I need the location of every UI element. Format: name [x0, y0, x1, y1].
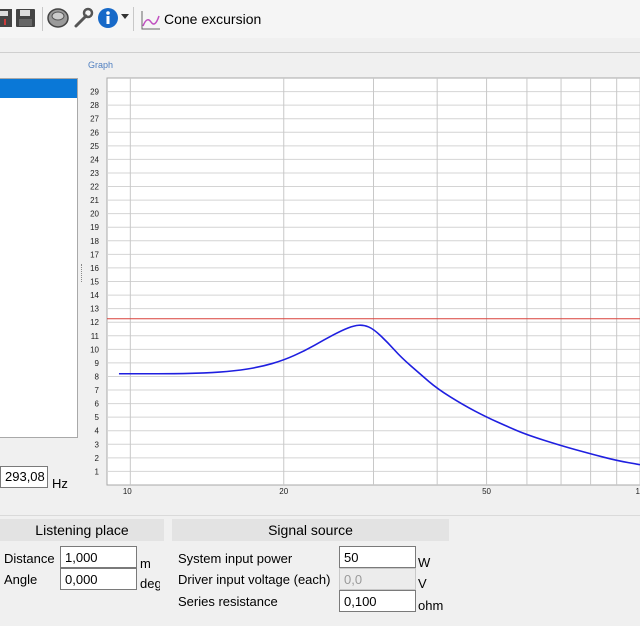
listening-place-header: Listening place [0, 519, 164, 541]
y-tick-label: 8 [95, 372, 100, 381]
y-tick-label: 13 [90, 305, 99, 314]
y-tick-label: 16 [90, 264, 99, 273]
y-tick-label: 5 [95, 413, 100, 422]
distance-label: Distance [4, 551, 55, 566]
x-tick-label: 10 [123, 487, 132, 496]
voltage-unit: V [418, 576, 427, 591]
y-tick-label: 4 [95, 427, 100, 436]
y-tick-label: 24 [90, 155, 99, 164]
y-tick-label: 20 [90, 210, 99, 219]
resistance-unit: ohm [418, 598, 444, 613]
y-tick-label: 26 [90, 128, 99, 137]
y-tick-label: 18 [90, 237, 99, 246]
driver-input-voltage-input [339, 568, 416, 590]
y-tick-label: 3 [95, 440, 100, 449]
y-tick-label: 27 [90, 115, 99, 124]
y-tick-label: 1 [95, 467, 100, 476]
y-tick-label: 14 [90, 291, 99, 300]
cone-excursion-chart[interactable]: 1234567891011121314151617181920212223242… [0, 0, 640, 500]
distance-unit: m [140, 556, 151, 571]
angle-label: Angle [4, 572, 38, 587]
y-tick-label: 9 [95, 359, 100, 368]
angle-unit: deg [140, 576, 160, 591]
y-tick-label: 23 [90, 169, 99, 178]
x-tick-label: 10 [636, 487, 640, 496]
y-tick-label: 19 [90, 223, 99, 232]
y-tick-label: 15 [90, 278, 99, 287]
y-tick-label: 12 [90, 318, 99, 327]
y-tick-label: 7 [95, 386, 100, 395]
y-tick-label: 25 [90, 142, 99, 151]
x-tick-label: 50 [482, 487, 491, 496]
system-input-power-label: System input power [178, 551, 293, 566]
y-tick-label: 21 [90, 196, 99, 205]
system-input-power-input[interactable] [339, 546, 416, 568]
y-tick-label: 6 [95, 400, 100, 409]
angle-input[interactable] [60, 568, 137, 590]
y-tick-label: 2 [95, 454, 100, 463]
y-tick-label: 17 [90, 250, 99, 259]
power-unit: W [418, 555, 431, 570]
y-tick-label: 11 [91, 332, 100, 341]
y-tick-label: 10 [90, 345, 99, 354]
series-resistance-label: Series resistance [178, 594, 278, 609]
series-resistance-input[interactable] [339, 590, 416, 612]
y-tick-label: 28 [90, 101, 99, 110]
driver-input-voltage-label: Driver input voltage (each) [178, 572, 331, 587]
y-tick-label: 29 [90, 88, 99, 97]
signal-source-header: Signal source [172, 519, 449, 541]
distance-input[interactable] [60, 546, 137, 568]
y-tick-label: 22 [90, 183, 99, 192]
section-separator [0, 515, 640, 516]
x-tick-label: 20 [279, 487, 288, 496]
